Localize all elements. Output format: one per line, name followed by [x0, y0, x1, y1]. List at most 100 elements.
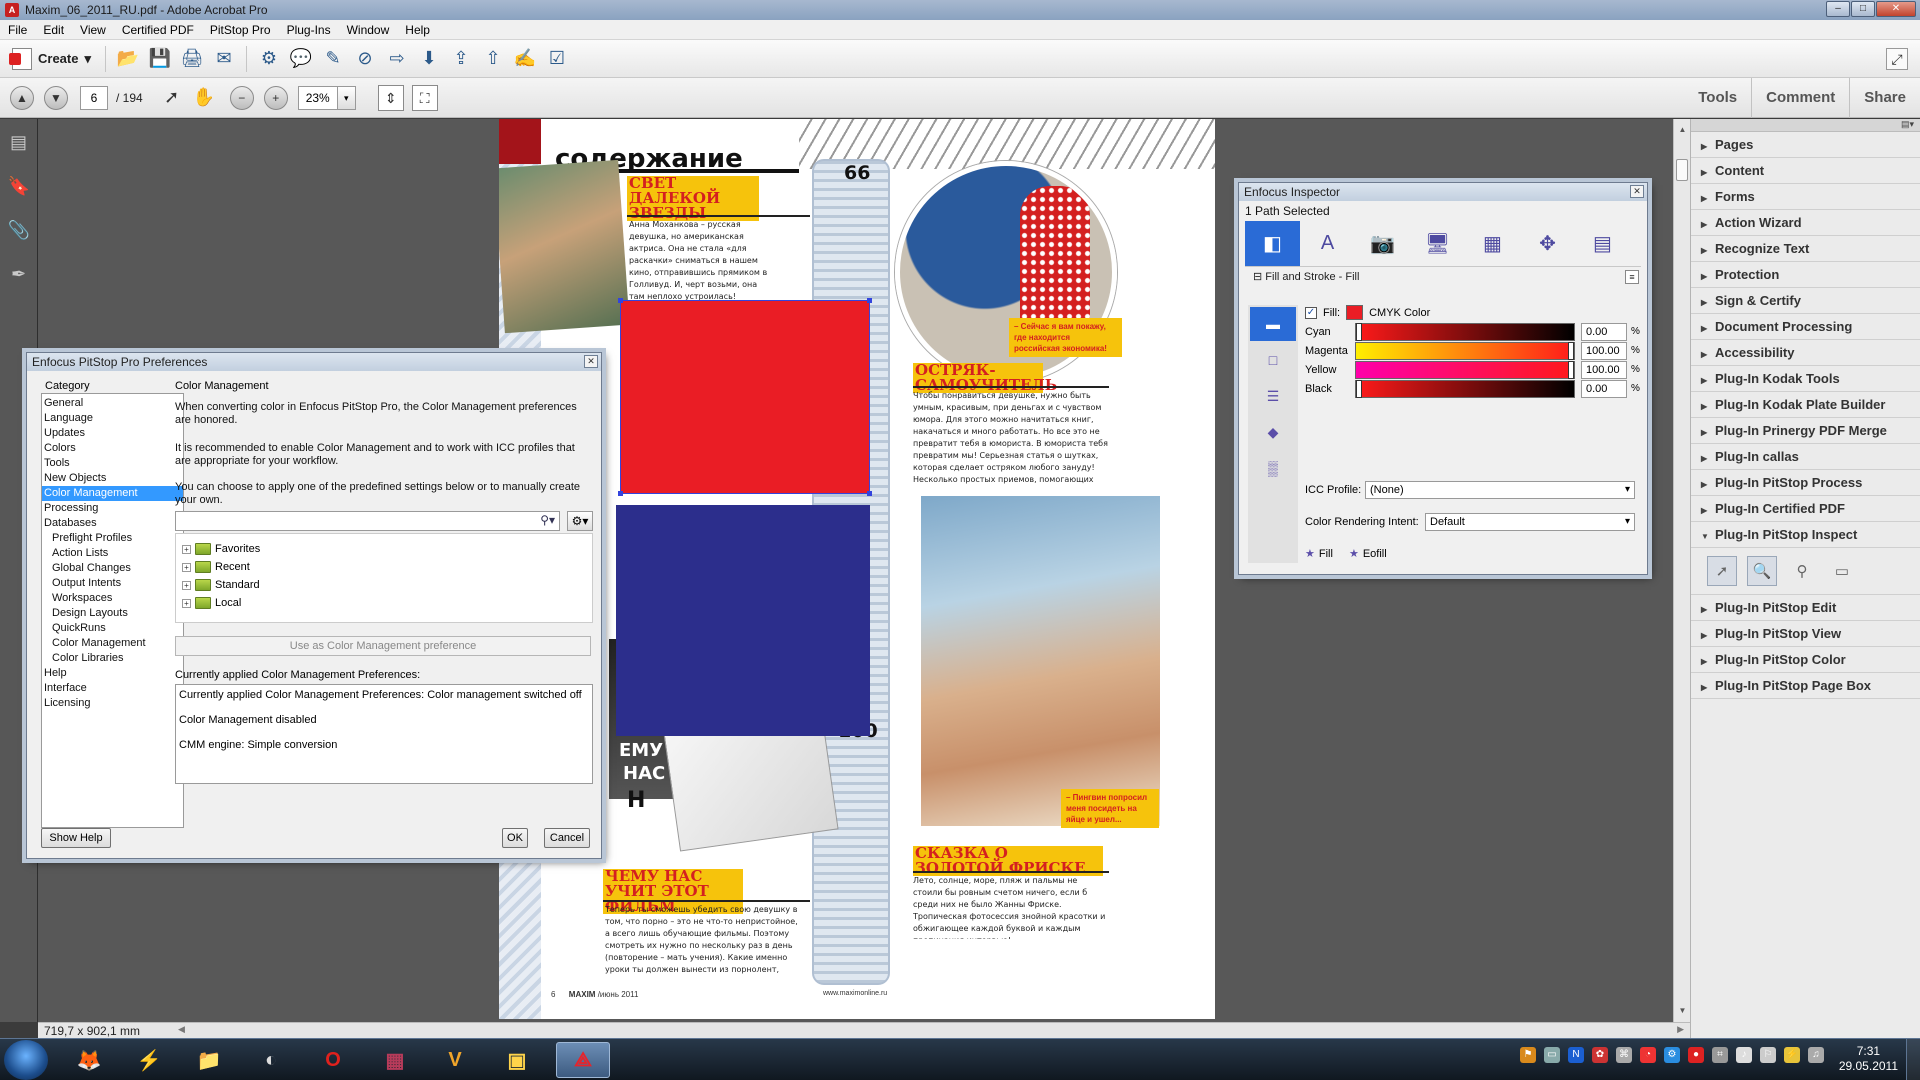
settings-tray-icon[interactable]: ⚙: [1664, 1047, 1680, 1063]
page-number-input[interactable]: 6: [80, 85, 108, 110]
panel-options-icon[interactable]: ▤▾: [1691, 119, 1920, 132]
explorer-icon[interactable]: 📁: [182, 1042, 236, 1078]
dialog-title-bar[interactable]: Enfocus PitStop Pro Preferences ✕: [27, 353, 601, 371]
panel-item-recognize-text[interactable]: ▶ Recognize Text: [1691, 236, 1920, 262]
dialog-title-bar[interactable]: Enfocus Inspector ✕: [1239, 183, 1647, 201]
close-icon[interactable]: ✕: [584, 355, 598, 368]
fit-page-button[interactable]: ⇕: [377, 84, 404, 111]
channel-slider[interactable]: [1355, 342, 1575, 360]
category-item-color-management[interactable]: Color Management: [42, 636, 183, 651]
rendering-intent-select[interactable]: Default: [1425, 513, 1635, 531]
menu-file[interactable]: File: [0, 23, 35, 37]
panel-item-document-processing[interactable]: ▶ Document Processing: [1691, 314, 1920, 340]
email-icon[interactable]: ✉: [211, 46, 237, 72]
menu-help[interactable]: Help: [397, 23, 438, 37]
icc-profile-select[interactable]: (None): [1365, 481, 1635, 499]
close-button[interactable]: ✕: [1876, 1, 1916, 17]
tree-item-recent[interactable]: + Recent: [176, 558, 592, 576]
category-item-workspaces[interactable]: Workspaces: [42, 591, 183, 606]
print-icon[interactable]: 🖨: [179, 46, 205, 72]
winrar-icon[interactable]: ▦: [368, 1042, 422, 1078]
file-manager-icon[interactable]: ▣: [490, 1042, 544, 1078]
fill-stroke-tab-icon[interactable]: ◧: [1245, 221, 1300, 266]
page-thumbnails-icon[interactable]: ▤: [8, 131, 30, 153]
inspector-icon[interactable]: 🔍: [1747, 556, 1777, 586]
position-tab-icon[interactable]: ✥: [1520, 221, 1575, 266]
cancel-button[interactable]: Cancel: [544, 828, 590, 848]
panel-item-action-wizard[interactable]: ▶ Action Wizard: [1691, 210, 1920, 236]
stroke-subtab-icon[interactable]: □: [1250, 343, 1296, 377]
channel-value-input[interactable]: 100.00: [1581, 342, 1627, 360]
category-item-help[interactable]: Help: [42, 666, 183, 681]
scroll-down-arrow[interactable]: ▼: [1674, 1003, 1691, 1019]
pitstop-check-icon[interactable]: ☑: [544, 46, 570, 72]
panel-item-kodak-tools[interactable]: ▶ Plug-In Kodak Tools: [1691, 366, 1920, 392]
create-button[interactable]: Create ▾: [9, 45, 99, 73]
zoom-dropdown-button[interactable]: ▾: [337, 85, 356, 110]
bookmarks-icon[interactable]: 🔖: [8, 175, 30, 197]
selected-red-path[interactable]: [620, 300, 870, 494]
category-item-databases[interactable]: Databases: [42, 516, 183, 531]
menu-certified-pdf[interactable]: Certified PDF: [114, 23, 202, 37]
use-as-preference-button[interactable]: Use as Color Management preference: [175, 636, 591, 656]
previous-page-button[interactable]: ▲: [10, 85, 34, 110]
selection-handle[interactable]: [618, 298, 623, 303]
sticky-note-icon[interactable]: ✎: [320, 46, 346, 72]
menu-window[interactable]: Window: [339, 23, 398, 37]
panel-item-content[interactable]: ▶ Content: [1691, 158, 1920, 184]
stamp-icon[interactable]: ⊘: [352, 46, 378, 72]
channel-value-input[interactable]: 100.00: [1581, 361, 1627, 379]
panel-item-pitstop-inspect[interactable]: ▼ Plug-In PitStop Inspect: [1691, 522, 1920, 548]
record-icon[interactable]: ●: [1688, 1047, 1704, 1063]
selection-handle[interactable]: [867, 491, 872, 496]
expand-icon[interactable]: ⤢: [1886, 48, 1908, 70]
eofill-button[interactable]: ★ Eofill: [1349, 547, 1387, 560]
zoom-out-button[interactable]: −: [229, 85, 254, 110]
category-item-licensing[interactable]: Licensing: [42, 696, 183, 711]
category-item-design-layouts[interactable]: Design Layouts: [42, 606, 183, 621]
overprint-subtab-icon[interactable]: ◆: [1250, 415, 1296, 449]
start-button[interactable]: [4, 1040, 48, 1080]
panel-item-pitstop-color[interactable]: ▶ Plug-In PitStop Color: [1691, 647, 1920, 673]
category-item-quickruns[interactable]: QuickRuns: [42, 621, 183, 636]
channel-value-input[interactable]: 0.00: [1581, 380, 1627, 398]
image-tab-icon[interactable]: 📷: [1355, 221, 1410, 266]
panel-item-prinergy-pdf-merge[interactable]: ▶ Plug-In Prinergy PDF Merge: [1691, 418, 1920, 444]
category-item-updates[interactable]: Updates: [42, 426, 183, 441]
category-item-action-lists[interactable]: Action Lists: [42, 546, 183, 561]
section-menu-icon[interactable]: ≡: [1625, 270, 1639, 284]
expand-icon[interactable]: +: [182, 562, 191, 572]
n-icon[interactable]: N: [1568, 1047, 1584, 1063]
slider-knob[interactable]: [1356, 380, 1362, 398]
category-item-output-intents[interactable]: Output Intents: [42, 576, 183, 591]
vectorworks-icon[interactable]: V: [428, 1042, 482, 1078]
keyboard-icon[interactable]: ⌗: [1712, 1047, 1728, 1063]
media-icon[interactable]: ♫: [1808, 1047, 1824, 1063]
expand-icon[interactable]: +: [182, 580, 191, 590]
panel-item-pages[interactable]: ▶ Pages: [1691, 132, 1920, 158]
search-input[interactable]: ⚲▾: [175, 511, 560, 531]
line-style-subtab-icon[interactable]: ☰: [1250, 379, 1296, 413]
show-help-button[interactable]: Show Help: [41, 828, 111, 848]
hand-tool-icon[interactable]: ✋: [191, 85, 217, 111]
scroll-up-arrow[interactable]: ▲: [1674, 122, 1691, 138]
opera-tray-icon[interactable]: ◔: [1640, 1047, 1656, 1063]
pitstop-edit-icon[interactable]: ✍: [512, 46, 538, 72]
gear-icon[interactable]: ⚙: [256, 46, 282, 72]
select-object-icon[interactable]: ➚: [1707, 556, 1737, 586]
measure-icon[interactable]: ▭: [1827, 556, 1857, 586]
channel-slider[interactable]: [1355, 380, 1575, 398]
panel-item-callas[interactable]: ▶ Plug-In callas: [1691, 444, 1920, 470]
scroll-left-arrow[interactable]: ◀: [178, 1024, 185, 1035]
panel-item-pitstop-process[interactable]: ▶ Plug-In PitStop Process: [1691, 470, 1920, 496]
pitstop-apply-icon[interactable]: ⇪: [448, 46, 474, 72]
tree-item-local[interactable]: + Local: [176, 594, 592, 612]
volume-icon[interactable]: ♪: [1736, 1047, 1752, 1063]
scroll-right-arrow[interactable]: ▶: [1677, 1024, 1684, 1035]
document-tab-icon[interactable]: ▤: [1575, 221, 1630, 266]
search-icon[interactable]: ⚲▾: [540, 513, 555, 527]
pitstop-run-icon[interactable]: ⬇: [416, 46, 442, 72]
signatures-icon[interactable]: ✒: [8, 263, 30, 285]
menu-pitstop-pro[interactable]: PitStop Pro: [202, 23, 279, 37]
action-center-icon[interactable]: ⚐: [1760, 1047, 1776, 1063]
